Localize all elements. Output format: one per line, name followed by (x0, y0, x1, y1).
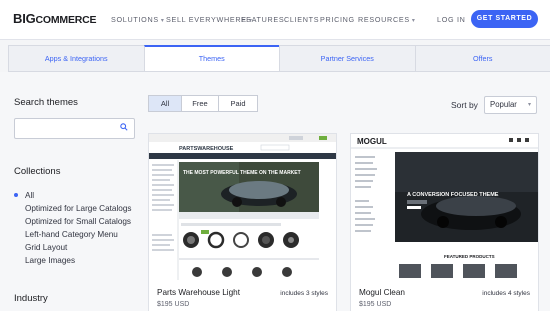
tab-offers[interactable]: Offers (414, 45, 550, 72)
theme-card[interactable]: PARTSWAREHOUSE THE MOST POWERFUL THEME O… (148, 133, 337, 311)
collection-large-catalogs[interactable]: Optimized for Large Catalogs (14, 204, 132, 213)
filter-all[interactable]: All (148, 95, 182, 112)
collection-small-catalogs[interactable]: Optimized for Small Catalogs (14, 217, 131, 226)
top-navigation: BIGCOMMERCE SOLUTIONS ▾ SELL EVERYWHERE ▾ … (0, 0, 550, 40)
chevron-down-icon: ▾ (411, 18, 416, 24)
collection-left-hand-menu[interactable]: Left-hand Category Menu (14, 230, 118, 239)
collection-grid-layout[interactable]: Grid Layout (14, 243, 67, 252)
radio-dot-icon (14, 206, 18, 210)
theme-styles-count: includes 4 styles (482, 290, 530, 297)
collection-large-images[interactable]: Large Images (14, 256, 75, 265)
filter-free[interactable]: Free (181, 95, 219, 112)
nav-resources[interactable]: RESOURCES ▾ (358, 15, 416, 24)
chevron-down-icon: ▾ (527, 102, 531, 108)
search-icon[interactable] (120, 123, 128, 133)
search-heading: Search themes (14, 97, 78, 108)
theme-price: $195 USD (157, 301, 190, 308)
price-filter: All Free Paid (148, 95, 258, 112)
preview-headline: THE MOST POWERFUL THEME ON THE MARKET (183, 170, 301, 176)
chevron-down-icon: ▾ (160, 18, 165, 24)
tab-apps-integrations[interactable]: Apps & Integrations (8, 45, 145, 72)
bigcommerce-logo[interactable]: BIGCOMMERCE (13, 11, 97, 26)
marketplace-tabs: Apps & Integrations Themes Partner Servi… (8, 45, 550, 72)
tab-partner-services[interactable]: Partner Services (279, 45, 416, 72)
login-link[interactable]: LOG IN (437, 15, 466, 24)
industry-heading: Industry (14, 293, 48, 304)
nav-pricing[interactable]: PRICING (320, 15, 355, 24)
search-themes-input[interactable] (14, 118, 135, 139)
theme-preview-image: MOGUL A CONVERSION FOCUSED THEME FEATURE… (351, 134, 538, 280)
filter-paid[interactable]: Paid (218, 95, 258, 112)
radio-dot-icon (14, 219, 18, 223)
radio-dot-icon (14, 193, 18, 197)
radio-dot-icon (14, 245, 18, 249)
nav-sell-everywhere[interactable]: SELL EVERYWHERE ▾ (166, 15, 253, 24)
theme-preview-image: PARTSWAREHOUSE THE MOST POWERFUL THEME O… (149, 134, 336, 280)
preview-logo-text: PARTSWAREHOUSE (179, 146, 234, 152)
sort-label: Sort by (451, 100, 478, 110)
nav-features[interactable]: FEATURES (241, 15, 284, 24)
sort-select[interactable]: Popular ▾ (484, 96, 537, 114)
preview-logo-text: MOGUL (357, 137, 387, 146)
radio-dot-icon (14, 232, 18, 236)
radio-dot-icon (14, 258, 18, 262)
collection-all[interactable]: All (14, 191, 34, 200)
collections-heading: Collections (14, 166, 61, 177)
theme-styles-count: includes 3 styles (280, 290, 328, 297)
get-started-button[interactable]: GET STARTED (471, 10, 538, 28)
preview-section-title: FEATURED PRODUCTS (444, 254, 495, 259)
nav-solutions[interactable]: SOLUTIONS ▾ (111, 15, 165, 24)
theme-name[interactable]: Mogul Clean (359, 288, 405, 297)
theme-card[interactable]: MOGUL A CONVERSION FOCUSED THEME FEATURE… (350, 133, 539, 311)
tab-themes[interactable]: Themes (143, 45, 280, 72)
preview-headline: A CONVERSION FOCUSED THEME (407, 192, 499, 198)
theme-name[interactable]: Parts Warehouse Light (157, 288, 240, 297)
theme-price: $195 USD (359, 301, 392, 308)
nav-clients[interactable]: CLIENTS (284, 15, 319, 24)
